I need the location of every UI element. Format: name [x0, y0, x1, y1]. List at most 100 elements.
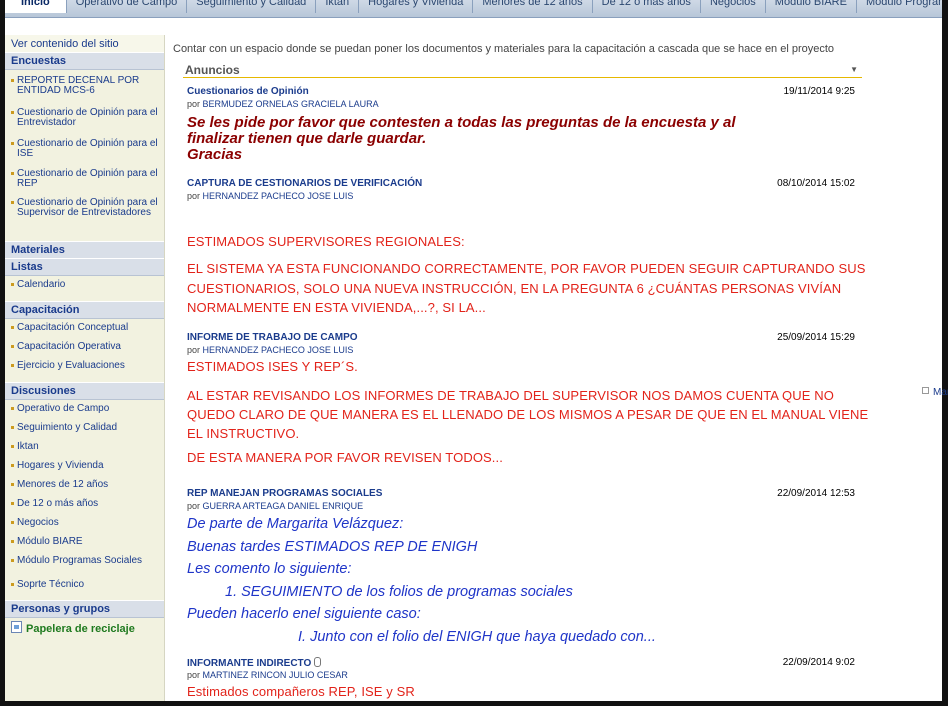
sidebar-item-label: REPORTE DECENAL POR ENTIDAD MCS-6	[17, 75, 140, 96]
post-author: por HERNANDEZ PACHECO JOSE LUIS	[187, 191, 353, 201]
post-title-text: INFORMANTE INDIRECTO	[187, 658, 312, 669]
post-title[interactable]: INFORMANTE INDIRECTO	[187, 657, 322, 669]
tab-modulo-biare[interactable]: Módulo BIARE	[766, 0, 857, 13]
sidebar-item-label: Cuestionario de Opinión para el REP	[17, 168, 158, 189]
sidebar-item-cuestionario-ise[interactable]: Cuestionario de Opinión para el ISE	[11, 139, 159, 159]
expand-icon	[922, 387, 929, 394]
sidebar-item-cuestionario-supervisor[interactable]: Cuestionario de Opinión para el Supervis…	[11, 198, 159, 218]
by-prefix: por	[187, 99, 201, 109]
post-author: por HERNANDEZ PACHECO JOSE LUIS	[187, 345, 353, 355]
author-link[interactable]: GUERRA ARTEAGA DANIEL ENRIQUE	[203, 501, 364, 511]
sidebar-item-soporte-tecnico[interactable]: Soprte Técnico	[11, 580, 159, 590]
tab-menores-de-12[interactable]: Menores de 12 años	[473, 0, 593, 13]
post-date: 19/11/2014 9:25	[783, 86, 855, 97]
sidebar-header-label: Listas	[11, 261, 43, 273]
tab-seguimiento-y-calidad[interactable]: Seguimiento y Calidad	[187, 0, 317, 13]
sidebar-item-capacitacion-conceptual[interactable]: Capacitación Conceptual	[11, 323, 159, 333]
sidebar-header-label: Encuestas	[11, 55, 67, 67]
tab-negocios[interactable]: Negocios	[701, 0, 766, 13]
author-link[interactable]: HERNANDEZ PACHECO JOSE LUIS	[203, 345, 354, 355]
sidebar-item-label: Operativo de Campo	[17, 403, 110, 414]
sidebar-item-calendario[interactable]: Calendario	[11, 280, 159, 290]
post-title[interactable]: CAPTURA DE CESTIONARIOS DE VERIFICACIÓN	[187, 178, 422, 189]
post-body-line: I. Junto con el folio del ENIGH que haya…	[298, 629, 656, 645]
sidebar-item-menores-12[interactable]: Menores de 12 años	[11, 480, 159, 490]
post-body-line: Se les pide por favor que contesten a to…	[187, 114, 736, 131]
sidebar-header-encuestas[interactable]: Encuestas	[5, 52, 164, 70]
sidebar-item-label: Hogares y Vivienda	[17, 460, 104, 471]
tab-operativo-de-campo[interactable]: Operativo de Campo	[67, 0, 188, 13]
site-description: Contar con un espacio donde se puedan po…	[173, 43, 835, 55]
view-all-content-link[interactable]: Ver contenido del sitio	[11, 38, 119, 50]
sidebar-header-label: Capacitación	[11, 304, 80, 316]
sidebar-item-label: Calendario	[17, 279, 66, 290]
post-date: 25/09/2014 15:29	[777, 332, 855, 343]
post-author: por GUERRA ARTEAGA DANIEL ENRIQUE	[187, 501, 363, 511]
author-link[interactable]: HERNANDEZ PACHECO JOSE LUIS	[203, 191, 354, 201]
sidebar-header-label: Materiales	[11, 244, 65, 256]
quick-launch-sidebar: Ver contenido del sitio Encuestas REPORT…	[5, 35, 165, 701]
sidebar-item-cuestionario-rep[interactable]: Cuestionario de Opinión para el REP	[11, 169, 159, 189]
post-body-line: AL ESTAR REVISANDO LOS INFORMES DE TRABA…	[187, 388, 834, 403]
recycle-bin-icon	[11, 621, 22, 633]
sidebar-header-personas-grupos[interactable]: Personas y grupos	[5, 600, 164, 618]
post-title[interactable]: Cuestionarios de Opinión	[187, 86, 309, 97]
sidebar-item-label: Negocios	[17, 517, 59, 528]
post-body-line: Pueden hacerlo enel siguiente caso:	[187, 606, 421, 622]
tab-de-12-o-mas[interactable]: De 12 o más años	[593, 0, 701, 13]
by-prefix: por	[187, 191, 201, 201]
post-body-line: Les comento lo siguiente:	[187, 561, 352, 577]
sidebar-item-operativo-de-campo[interactable]: Operativo de Campo	[11, 404, 159, 414]
right-border	[942, 0, 948, 706]
sidebar-item-seguimiento-calidad[interactable]: Seguimiento y Calidad	[11, 423, 159, 433]
sidebar-header-materiales[interactable]: Materiales	[5, 241, 164, 259]
post-author: por MARTINEZ RINCON JULIO CESAR	[187, 670, 348, 680]
sidebar-header-listas[interactable]: Listas	[5, 258, 164, 276]
chevron-down-icon[interactable]: ▼	[850, 65, 858, 74]
post-body-line: EL INSTRUCTIVO.	[187, 426, 300, 441]
author-link[interactable]: MARTINEZ RINCON JULIO CESAR	[203, 670, 348, 680]
post-title[interactable]: INFORME DE TRABAJO DE CAMPO	[187, 332, 358, 343]
sidebar-item-reporte-decenal[interactable]: REPORTE DECENAL POR ENTIDAD MCS-6	[11, 76, 159, 96]
main-content: Contar con un espacio donde se puedan po…	[165, 35, 948, 701]
sidebar-item-label: Menores de 12 años	[17, 479, 109, 490]
post-body-line: EL SISTEMA YA ESTA FUNCIONANDO CORRECTAM…	[187, 261, 866, 276]
post-body-line: finalizar tienen que darle guardar.	[187, 130, 427, 147]
sidebar-item-negocios[interactable]: Negocios	[11, 518, 159, 528]
sidebar-header-capacitacion[interactable]: Capacitación	[5, 301, 164, 319]
tab-inicio[interactable]: Inicio	[5, 0, 67, 13]
post-body-line: De parte de Margarita Velázquez:	[187, 516, 404, 532]
sidebar-item-modulo-biare[interactable]: Módulo BIARE	[11, 537, 159, 547]
post-body-line: DE ESTA MANERA POR FAVOR REVISEN TODOS..…	[187, 450, 503, 465]
side-link-label: Marco	[933, 387, 948, 398]
author-link[interactable]: BERMUDEZ ORNELAS GRACIELA LAURA	[203, 99, 379, 109]
side-link-marco[interactable]: Marco	[922, 387, 948, 398]
sidebar-item-modulo-programas-sociales[interactable]: Módulo Programas Sociales	[11, 556, 159, 566]
post-body-line: NORMALMENTE EN ESTA VIVIENDA,...?, SI LA…	[187, 300, 486, 315]
sidebar-item-capacitacion-operativa[interactable]: Capacitación Operativa	[11, 342, 159, 352]
post-body-line: CUESTIONARIOS, SOLO UNA NUEVA INSTRUCCIÓ…	[187, 281, 842, 296]
announcements-title[interactable]: Anuncios	[185, 63, 240, 77]
tab-hogares-y-vivienda[interactable]: Hogares y Vivienda	[359, 0, 474, 13]
sidebar-item-label: Seguimiento y Calidad	[17, 422, 118, 433]
sidebar-item-label: Cuestionario de Opinión para el Entrevis…	[17, 107, 158, 128]
sidebar-header-discusiones[interactable]: Discusiones	[5, 382, 164, 400]
sidebar-item-ejercicio-evaluaciones[interactable]: Ejercicio y Evaluaciones	[11, 361, 159, 371]
top-navigation-tabs: Inicio Operativo de Campo Seguimiento y Ca…	[5, 0, 942, 18]
sidebar-item-iktan[interactable]: Iktan	[11, 442, 159, 452]
sidebar-item-cuestionario-entrevistador[interactable]: Cuestionario de Opinión para el Entrevis…	[11, 108, 159, 128]
post-body-line: Buenas tardes ESTIMADOS REP DE ENIGH	[187, 539, 478, 555]
tab-iktan[interactable]: Iktan	[316, 0, 360, 13]
sidebar-item-de-12-o-mas[interactable]: De 12 o más años	[11, 499, 159, 509]
by-prefix: por	[187, 670, 201, 680]
post-date: 08/10/2014 15:02	[777, 178, 855, 189]
post-body-line: QUEDO CLARO DE QUE MANERA ES EL LLENADO …	[187, 407, 869, 422]
recycle-bin-link[interactable]: Papelera de reciclaje	[11, 621, 135, 635]
sidebar-item-label: De 12 o más años	[17, 498, 99, 509]
recycle-bin-label: Papelera de reciclaje	[26, 623, 135, 635]
post-body-line: ESTIMADOS SUPERVISORES REGIONALES:	[187, 234, 465, 249]
post-title[interactable]: REP MANEJAN PROGRAMAS SOCIALES	[187, 488, 382, 499]
sidebar-item-label: Ejercicio y Evaluaciones	[17, 360, 125, 371]
tab-modulo-programas-sociales[interactable]: Módulo Programas Sociales	[857, 0, 942, 13]
sidebar-item-hogares-vivienda[interactable]: Hogares y Vivienda	[11, 461, 159, 471]
